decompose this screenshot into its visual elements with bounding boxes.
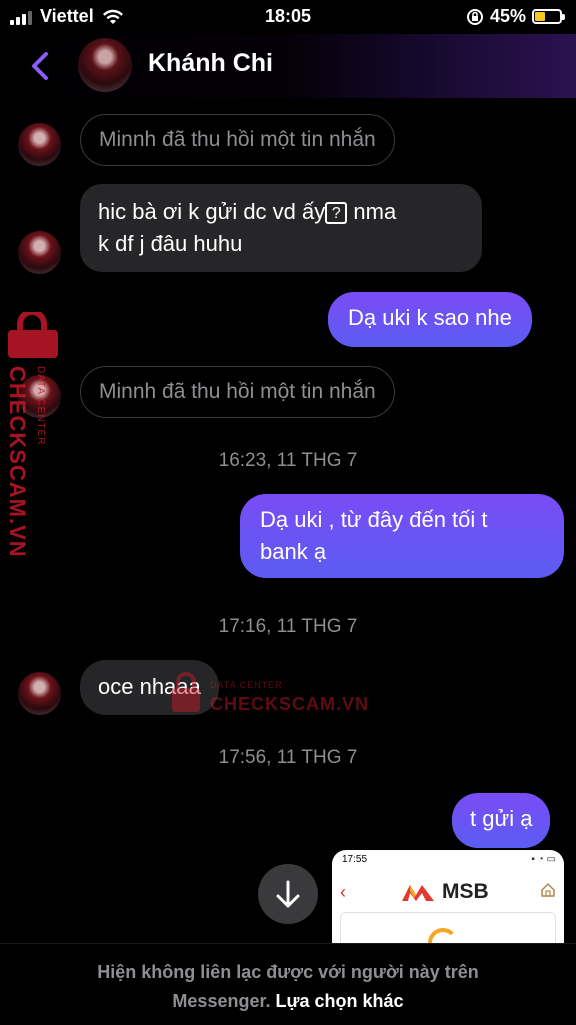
timestamp: 16:23, 11 THG 7 [218,450,358,471]
conversation-header: Khánh Chi [0,34,576,98]
incoming-message[interactable]: hic bà ơi k gửi dc vd ấy? nma k df j đâu… [80,184,482,272]
message-text: Dạ uki , từ đây đến tối t [260,507,488,532]
message-text: nma [347,199,397,224]
contact-name[interactable]: Khánh Chi [148,49,273,78]
unsent-message-notice: Minnh đã thu hồi một tin nhắn [80,114,395,166]
other-options-link[interactable]: Lựa chọn khác [276,991,404,1011]
avatar [18,672,61,715]
watermark-sub-text: DATA CENTER [35,366,46,446]
timestamp: 17:56, 11 THG 7 [218,747,358,768]
preview-back-icon: ‹ [340,882,346,902]
bank-logo: MSB [400,880,489,904]
contact-avatar[interactable] [78,38,132,92]
message-text: bank ạ [260,539,327,564]
status-right: 45% [466,6,565,27]
watermark-sub-text: DATA CENTER [210,680,283,690]
unknown-emoji-icon: ? [325,202,348,224]
unavailable-notice: Hiện không liên lạc được với người này t… [0,958,576,1016]
outgoing-message[interactable]: Dạ uki , từ đây đến tối t bank ạ [240,494,564,578]
watermark-brand-text: CHECKSCAM.VN [5,366,30,558]
padlock-icon [8,312,58,358]
outgoing-message[interactable]: Dạ uki k sao nhe [328,292,532,347]
avatar [18,231,61,274]
timestamp: 17:16, 11 THG 7 [218,616,358,637]
battery-level [535,12,545,21]
msb-mark-icon [402,885,434,901]
back-chevron-icon[interactable] [24,46,64,86]
bank-logo-text: MSB [442,880,489,903]
watermark-brand-text: CHECKSCAM.VN [210,694,369,714]
battery-percent: 45% [489,6,526,26]
scroll-to-bottom-button[interactable] [258,864,318,924]
image-attachment[interactable]: 17:55 ▪ ◔ ▭ ‹ MSB [332,850,564,943]
notice-text: Messenger. [172,991,271,1011]
composer-unavailable-footer: Hiện không liên lạc được với người này t… [0,943,576,1025]
checkscam-watermark-center: DATA CENTER CHECKSCAM.VN [172,672,369,714]
checkscam-watermark-vertical: CHECKSCAM.VN DATA CENTER [5,312,58,558]
unsent-message-notice: Minnh đã thu hồi một tin nhắn [80,366,395,418]
preview-status-icons: ▪ ◔ ▭ [531,854,556,865]
message-text: hic bà ơi k gửi dc vd ấy [98,199,326,224]
padlock-icon [172,672,200,712]
home-icon [541,882,555,897]
rotation-lock-icon [466,8,483,25]
preview-time: 17:55 [342,854,368,865]
avatar [18,123,61,166]
outgoing-message[interactable]: t gửi ạ [452,793,551,848]
arrow-down-icon [276,880,300,908]
message-text: k df j đâu huhu [98,231,243,256]
battery-icon [532,9,565,24]
notice-text: Hiện không liên lạc được với người này t… [97,962,479,982]
status-bar: Viettel 18:05 45% [0,0,576,34]
